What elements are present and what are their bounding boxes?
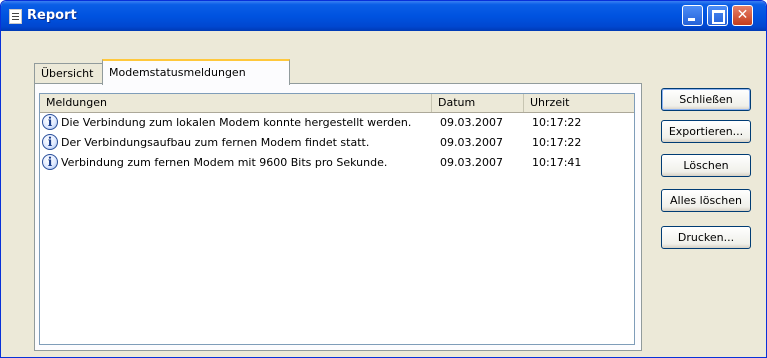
messages-list[interactable]: Meldungen Datum Uhrzeit i Die Verbindung… (39, 93, 635, 345)
list-item[interactable]: i Der Verbindungsaufbau zum fernen Modem… (40, 133, 634, 153)
close-button[interactable]: Schließen (661, 88, 751, 111)
column-header-uhrzeit[interactable]: Uhrzeit (524, 94, 634, 112)
tab-uebersicht[interactable]: Übersicht (34, 63, 104, 83)
info-icon: i (42, 114, 58, 130)
message-text: Verbindung zum fernen Modem mit 9600 Bit… (61, 156, 388, 169)
title-bar[interactable]: Report ✕ (1, 1, 766, 31)
list-item[interactable]: i Verbindung zum fernen Modem mit 9600 B… (40, 153, 634, 173)
message-text: Die Verbindung zum lokalen Modem konnte … (61, 116, 412, 129)
list-rows: i Die Verbindung zum lokalen Modem konnt… (40, 113, 634, 173)
tab-panel: Meldungen Datum Uhrzeit i Die Verbindung… (34, 83, 642, 351)
message-date: 09.03.2007 (440, 136, 503, 149)
delete-all-button[interactable]: Alles löschen (661, 189, 751, 212)
list-item[interactable]: i Die Verbindung zum lokalen Modem konnt… (40, 113, 634, 133)
export-button[interactable]: Exportieren... (661, 120, 751, 143)
message-text: Der Verbindungsaufbau zum fernen Modem f… (61, 136, 370, 149)
close-window-button[interactable]: ✕ (732, 5, 753, 26)
list-header: Meldungen Datum Uhrzeit (40, 94, 634, 113)
report-document-icon (9, 9, 22, 24)
column-header-meldungen[interactable]: Meldungen (40, 94, 432, 112)
close-icon: ✕ (736, 7, 749, 23)
tab-modemstatusmeldungen[interactable]: Modemstatusmeldungen (102, 59, 290, 85)
maximize-icon (712, 10, 725, 24)
minimize-icon (688, 18, 695, 21)
report-window: Report ✕ Übersicht Modemstatusmeldungen … (0, 0, 767, 358)
minimize-button[interactable] (682, 5, 703, 26)
message-time: 10:17:41 (532, 156, 582, 169)
window-title: Report (27, 8, 77, 23)
delete-button[interactable]: Löschen (661, 154, 751, 177)
maximize-button[interactable] (707, 5, 728, 26)
info-icon: i (42, 154, 58, 170)
message-date: 09.03.2007 (440, 116, 503, 129)
message-date: 09.03.2007 (440, 156, 503, 169)
column-header-datum[interactable]: Datum (432, 94, 524, 112)
message-time: 10:17:22 (532, 136, 582, 149)
message-time: 10:17:22 (532, 116, 582, 129)
info-icon: i (42, 134, 58, 150)
print-button[interactable]: Drucken... (661, 226, 751, 249)
